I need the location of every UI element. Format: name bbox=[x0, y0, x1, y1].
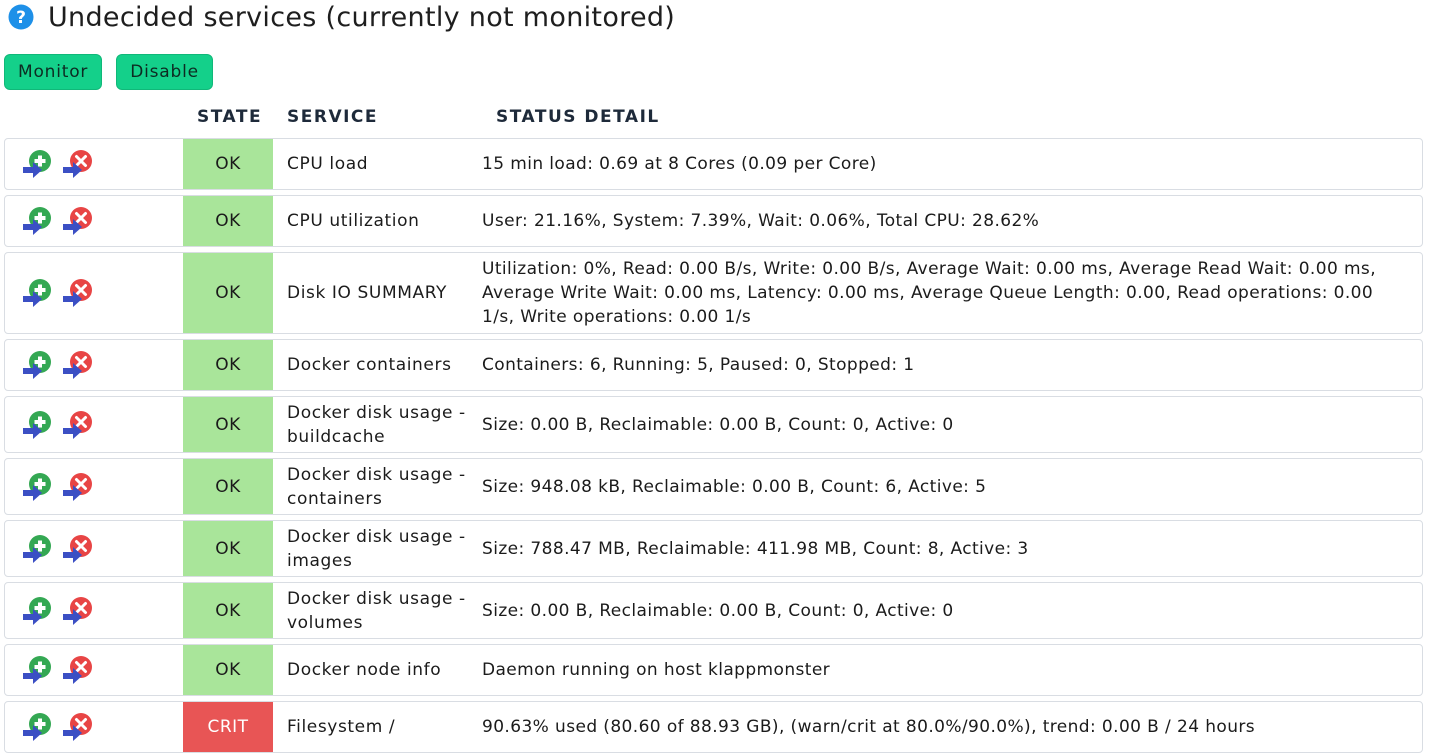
disable-service-icon[interactable] bbox=[61, 711, 95, 743]
row-actions bbox=[5, 139, 183, 189]
column-header-state[interactable]: STATE bbox=[197, 107, 262, 127]
row-actions bbox=[5, 253, 183, 333]
table-row: OK Docker disk usage - containers Size: 94… bbox=[4, 458, 1423, 515]
column-header-status-detail[interactable]: STATUS DETAIL bbox=[496, 107, 660, 127]
status-detail: Size: 788.47 MB, Reclaimable: 411.98 MB,… bbox=[482, 538, 1029, 559]
service-name: Docker disk usage - containers bbox=[287, 464, 466, 509]
monitor-service-icon[interactable] bbox=[21, 205, 55, 237]
action-buttons: Monitor Disable bbox=[4, 54, 227, 90]
table-row: OK Docker disk usage - volumes Size: 0.00 … bbox=[4, 582, 1423, 639]
service-name: Docker disk usage - buildcache bbox=[287, 402, 466, 447]
table-row: OK Docker disk usage - images Size: 788.47… bbox=[4, 520, 1423, 577]
disable-service-icon[interactable] bbox=[61, 654, 95, 686]
column-header-service[interactable]: SERVICE bbox=[287, 107, 378, 127]
disable-service-icon[interactable] bbox=[61, 533, 95, 565]
service-name: Docker containers bbox=[287, 355, 452, 375]
status-detail: Size: 948.08 kB, Reclaimable: 0.00 B, Co… bbox=[482, 476, 987, 497]
disable-service-icon[interactable] bbox=[61, 148, 95, 180]
row-actions bbox=[5, 645, 183, 695]
row-actions bbox=[5, 583, 183, 638]
monitor-service-icon[interactable] bbox=[21, 277, 55, 309]
row-actions bbox=[5, 397, 183, 452]
state-badge: OK bbox=[183, 253, 273, 333]
status-detail: Containers: 6, Running: 5, Paused: 0, St… bbox=[482, 355, 915, 375]
service-name: Disk IO SUMMARY bbox=[287, 283, 448, 303]
table-row: OK Docker disk usage - buildcache Size: 0.… bbox=[4, 396, 1423, 453]
state-badge: OK bbox=[183, 521, 273, 576]
table-row: OK Disk IO SUMMARY Utilization: 0%, Read: … bbox=[4, 252, 1423, 334]
status-detail: 90.63% used (80.60 of 88.93 GB), (warn/c… bbox=[482, 717, 1256, 737]
disable-service-icon[interactable] bbox=[61, 205, 95, 237]
state-badge: OK bbox=[183, 196, 273, 246]
state-badge: OK bbox=[183, 139, 273, 189]
disable-service-icon[interactable] bbox=[61, 471, 95, 503]
title-row: ? Undecided services (currently not moni… bbox=[8, 0, 675, 34]
table-header: STATE SERVICE STATUS DETAIL bbox=[0, 107, 1431, 129]
table-row: OK CPU load 15 min load: 0.69 at 8 Cores (… bbox=[4, 138, 1423, 190]
page: ? Undecided services (currently not moni… bbox=[0, 0, 1431, 755]
service-name: CPU utilization bbox=[287, 211, 420, 231]
disable-button[interactable]: Disable bbox=[116, 54, 213, 90]
table-row: OK CPU utilization User: 21.16%, System: 7… bbox=[4, 195, 1423, 247]
status-detail: Size: 0.00 B, Reclaimable: 0.00 B, Count… bbox=[482, 414, 954, 435]
state-badge: CRIT bbox=[183, 702, 273, 752]
status-detail: User: 21.16%, System: 7.39%, Wait: 0.06%… bbox=[482, 211, 1040, 231]
state-badge: OK bbox=[183, 459, 273, 514]
state-badge: OK bbox=[183, 645, 273, 695]
row-actions bbox=[5, 521, 183, 576]
services-table: OK CPU load 15 min load: 0.69 at 8 Cores (… bbox=[4, 138, 1423, 755]
monitor-button[interactable]: Monitor bbox=[4, 54, 103, 90]
monitor-service-icon[interactable] bbox=[21, 148, 55, 180]
status-detail: 15 min load: 0.69 at 8 Cores (0.09 per C… bbox=[482, 154, 877, 174]
disable-service-icon[interactable] bbox=[61, 409, 95, 441]
monitor-service-icon[interactable] bbox=[21, 711, 55, 743]
monitor-service-icon[interactable] bbox=[21, 533, 55, 565]
service-name: Docker disk usage - volumes bbox=[287, 588, 466, 633]
status-detail: Size: 0.00 B, Reclaimable: 0.00 B, Count… bbox=[482, 600, 954, 621]
table-row: OK Docker node info Daemon running on host… bbox=[4, 644, 1423, 696]
row-actions bbox=[5, 459, 183, 514]
disable-service-icon[interactable] bbox=[61, 349, 95, 381]
disable-service-icon[interactable] bbox=[61, 595, 95, 627]
row-actions bbox=[5, 196, 183, 246]
service-name: Docker node info bbox=[287, 660, 442, 680]
service-name: CPU load bbox=[287, 154, 369, 174]
disable-service-icon[interactable] bbox=[61, 277, 95, 309]
state-badge: OK bbox=[183, 340, 273, 390]
table-row: CRIT Filesystem / 90.63% used (80.60 of 88… bbox=[4, 701, 1423, 753]
service-name: Docker disk usage - images bbox=[287, 526, 466, 571]
svg-text:?: ? bbox=[16, 8, 26, 28]
monitor-service-icon[interactable] bbox=[21, 595, 55, 627]
state-badge: OK bbox=[183, 397, 273, 452]
status-detail: Daemon running on host klappmonster bbox=[482, 660, 831, 680]
help-icon[interactable]: ? bbox=[8, 4, 34, 30]
table-row: OK Docker containers Containers: 6, Runnin… bbox=[4, 339, 1423, 391]
status-detail: Utilization: 0%, Read: 0.00 B/s, Write: … bbox=[482, 259, 1376, 327]
page-title: Undecided services (currently not monito… bbox=[48, 1, 676, 33]
state-badge: OK bbox=[183, 583, 273, 638]
monitor-service-icon[interactable] bbox=[21, 409, 55, 441]
monitor-service-icon[interactable] bbox=[21, 349, 55, 381]
row-actions bbox=[5, 340, 183, 390]
row-actions bbox=[5, 702, 183, 752]
monitor-service-icon[interactable] bbox=[21, 471, 55, 503]
service-name: Filesystem / bbox=[287, 717, 396, 737]
monitor-service-icon[interactable] bbox=[21, 654, 55, 686]
